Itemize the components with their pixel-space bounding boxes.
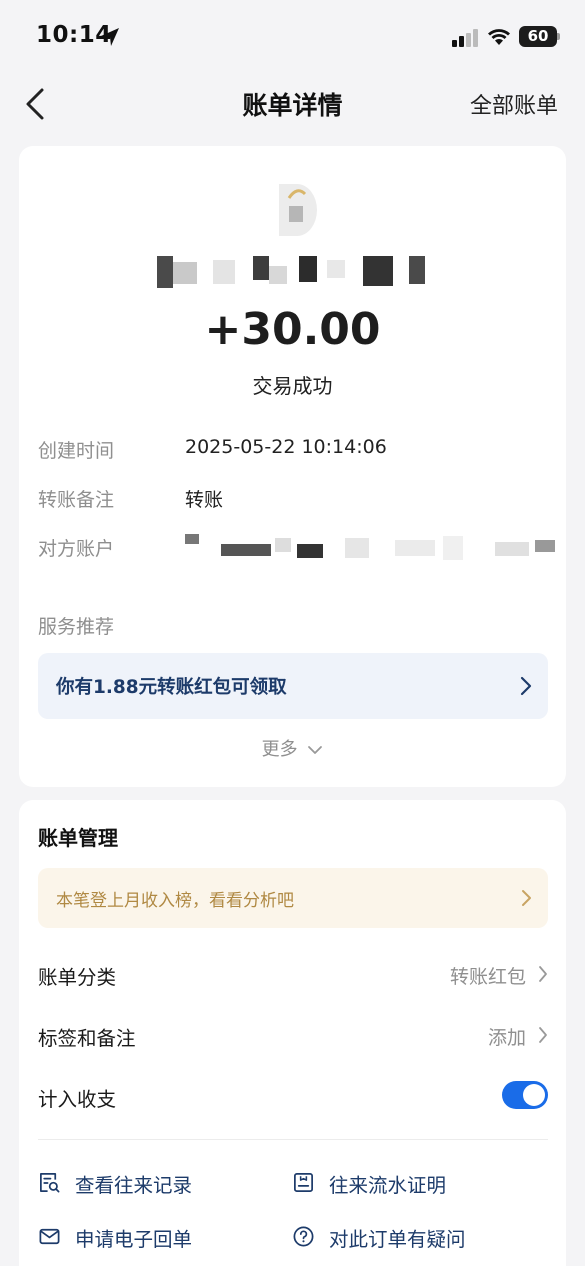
location-arrow-icon [101,28,119,46]
counterparty-account-label: 对方账户 [38,538,115,560]
e-receipt-button[interactable]: 申请电子回单 [38,1220,278,1252]
transfer-note-label: 转账备注 [38,489,115,511]
more-label: 更多 [261,739,298,760]
view-history-button[interactable]: 查看往来记录 [38,1166,278,1198]
transaction-amount: +30.00 [204,304,381,355]
ranking-text: 本笔登上月收入榜，看看分析吧 [56,891,294,911]
chevron-right-icon [522,890,531,906]
bill-management-card: 账单管理 本笔登上月收入榜，看看分析吧 账单分类 转账红包 标签和备注 添加 计… [19,800,566,1266]
service-section-label: 服务推荐 [38,616,115,638]
question-icon [293,1226,314,1247]
order-question-button[interactable]: 对此订单有疑问 [292,1220,542,1252]
counterparty-name-redacted [157,256,425,288]
order-question-label: 对此订单有疑问 [329,1228,466,1251]
transfer-note-value: 转账 [185,489,224,511]
include-in-stats-label: 计入收支 [38,1088,117,1111]
chevron-right-icon [539,966,547,982]
view-history-label: 查看往来记录 [75,1174,193,1197]
statement-proof-button[interactable]: 往来流水证明 [292,1166,532,1198]
e-receipt-label: 申请电子回单 [75,1228,193,1251]
cellular-signal-icon [452,29,478,47]
transaction-status: 交易成功 [252,374,333,398]
more-button[interactable]: 更多 [19,735,566,761]
bill-management-title: 账单管理 [38,826,118,850]
tags-notes-label: 标签和备注 [38,1027,136,1050]
include-in-stats-toggle[interactable] [502,1081,548,1109]
all-bills-link[interactable]: 全部账单 [470,88,558,120]
chevron-down-icon [308,746,323,754]
bill-category-row[interactable]: 账单分类 转账红包 [38,953,548,993]
status-bar: 10:14 60 [0,0,585,70]
divider [38,1139,548,1140]
wifi-icon [488,29,510,45]
created-time-label: 创建时间 [38,440,115,462]
search-record-icon [40,1173,60,1193]
mail-icon [39,1228,60,1245]
created-time-value: 2025-05-22 10:14:06 [185,436,387,458]
include-in-stats-row: 计入收支 [38,1075,548,1115]
red-packet-promo-banner[interactable]: 你有1.88元转账红包可领取 [38,653,548,719]
toggle-knob [523,1084,545,1106]
bill-category-label: 账单分类 [38,966,117,989]
avatar [279,184,317,236]
transaction-card: +30.00 交易成功 创建时间 2025-05-22 10:14:06 转账备… [19,146,566,787]
counterparty-account-redacted [185,534,555,560]
chevron-right-icon [520,676,532,696]
battery-indicator: 60 [519,26,557,47]
bill-category-value: 转账红包 [449,966,526,988]
battery-tip [557,33,560,40]
statement-icon [294,1173,313,1192]
income-ranking-banner[interactable]: 本笔登上月收入榜，看看分析吧 [38,868,548,928]
chevron-right-icon [539,1027,547,1043]
statement-proof-label: 往来流水证明 [329,1174,447,1197]
tags-notes-row[interactable]: 标签和备注 添加 [38,1014,548,1054]
tags-notes-value: 添加 [487,1027,526,1049]
promo-text: 你有1.88元转账红包可领取 [56,677,287,698]
